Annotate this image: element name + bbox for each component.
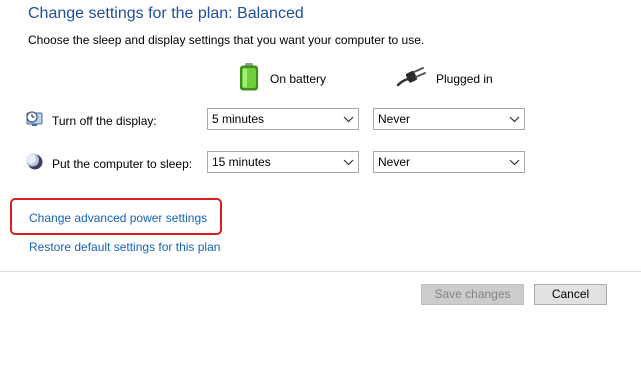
sleep-plugged-in-select[interactable]: Never bbox=[373, 151, 525, 173]
chevron-down-icon bbox=[343, 116, 354, 123]
cancel-button[interactable]: Cancel bbox=[534, 284, 607, 305]
divider bbox=[0, 271, 641, 272]
setting-label-sleep: Put the computer to sleep: bbox=[52, 156, 193, 171]
setting-label-display: Turn off the display: bbox=[52, 113, 157, 128]
sleep-on-battery-value: 15 minutes bbox=[212, 155, 271, 169]
save-changes-button[interactable]: Save changes bbox=[421, 284, 524, 305]
display-on-battery-select[interactable]: 5 minutes bbox=[207, 108, 359, 130]
chevron-down-icon bbox=[509, 116, 520, 123]
column-header-plugged-in: Plugged in bbox=[396, 66, 493, 91]
setting-row-display: Turn off the display: bbox=[26, 110, 157, 131]
restore-default-settings-link[interactable]: Restore default settings for this plan bbox=[29, 240, 220, 254]
column-label-plugged-in: Plugged in bbox=[436, 71, 493, 86]
change-advanced-power-settings-link[interactable]: Change advanced power settings bbox=[29, 211, 207, 225]
plug-icon bbox=[396, 66, 426, 91]
page-title: Change settings for the plan: Balanced bbox=[28, 5, 304, 22]
column-header-on-battery: On battery bbox=[238, 62, 326, 95]
page-subtitle: Choose the sleep and display settings th… bbox=[28, 33, 425, 47]
monitor-clock-icon bbox=[26, 110, 44, 131]
display-on-battery-value: 5 minutes bbox=[212, 112, 265, 126]
display-plugged-in-select[interactable]: Never bbox=[373, 108, 525, 130]
power-plan-settings-page: Change settings for the plan: Balanced C… bbox=[0, 0, 641, 370]
display-plugged-in-value: Never bbox=[378, 112, 411, 126]
chevron-down-icon bbox=[509, 159, 520, 166]
column-label-on-battery: On battery bbox=[270, 71, 327, 86]
setting-row-sleep: Put the computer to sleep: bbox=[26, 153, 192, 174]
sleep-plugged-in-value: Never bbox=[378, 155, 411, 169]
sleep-on-battery-select[interactable]: 15 minutes bbox=[207, 151, 359, 173]
chevron-down-icon bbox=[343, 159, 354, 166]
battery-icon bbox=[238, 62, 260, 95]
moon-icon bbox=[26, 153, 44, 174]
